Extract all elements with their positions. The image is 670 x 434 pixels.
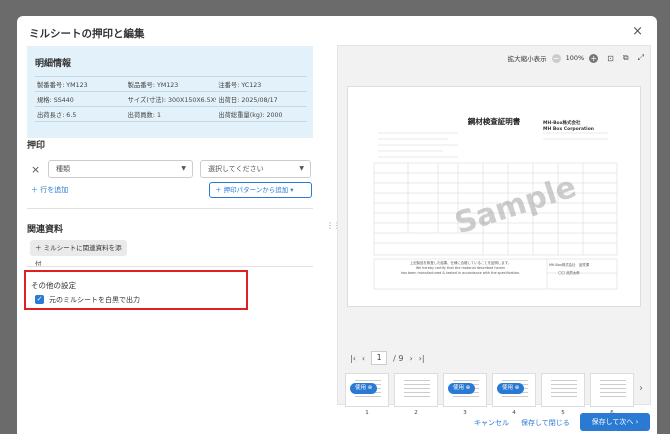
- used-badge[interactable]: 使用 ⊗: [448, 383, 476, 394]
- attach-related-button[interactable]: ＋ ミルシートに関連資料を添付: [30, 240, 127, 268]
- page-navigation: |‹ ‹ 1 / 9 › ›|: [350, 351, 425, 365]
- document-certification-text: 上記製品を検査した結果、仕様に合格していることを証明します。 We hereby…: [374, 261, 547, 276]
- page-thumbnail[interactable]: [394, 373, 438, 407]
- details-grid: 製番番号: YM123 製品番号: YM123 注番号: YC123 規格: S…: [35, 76, 307, 122]
- open-external-icon[interactable]: ⧉: [623, 53, 629, 63]
- thumbnail-number: 2: [414, 410, 418, 416]
- preview-panel: 拡大縮小表示 − 100% + ⊡ ⧉ ⤢ 鋼材検査証明書 MH-Box株式会社…: [337, 45, 651, 416]
- page-thumbnail[interactable]: [541, 373, 585, 407]
- details-cell: 出荷総重量(kg): 2000: [218, 111, 283, 119]
- details-cell: 製番番号: YM123: [37, 81, 88, 89]
- details-cell: 出荷長さ: 6.5: [37, 111, 77, 119]
- save-close-button[interactable]: 保存して閉じる: [521, 418, 570, 428]
- expand-icon[interactable]: ⤢: [638, 53, 644, 63]
- thumbnail-number: 4: [512, 410, 516, 416]
- details-cell: 規格: SS440: [37, 96, 74, 104]
- details-cell: 出荷日: 2025/08/17: [218, 96, 278, 104]
- zoom-value: 100%: [565, 54, 585, 62]
- remove-stamp-icon[interactable]: ×: [31, 163, 40, 176]
- signature-line: MH-Box株式会社 品質課: [548, 263, 589, 267]
- mill-sheet-dialog: ミルシートの押印と編集 × 明細情報 製番番号: YM123 製品番号: YM1…: [17, 16, 657, 434]
- stamp-choice-placeholder: 選択してください: [208, 165, 264, 173]
- details-row: 出荷長さ: 6.5 出荷員数: 1 出荷総重量(kg): 2000: [35, 107, 307, 122]
- divider: [27, 208, 313, 209]
- thumbnail-lines: [551, 380, 577, 402]
- used-badge[interactable]: 使用 ⊗: [497, 383, 525, 394]
- other-settings-heading: その他の設定: [31, 281, 76, 290]
- zoom-in-icon[interactable]: +: [589, 53, 599, 63]
- thumbnail-number: 3: [463, 410, 467, 416]
- other-settings-box: その他の設定 ✓ 元のミルシートを白黒で出力: [24, 270, 248, 310]
- details-cell: サイズ(寸法): 300X150X6.5X9: [127, 96, 217, 104]
- related-heading: 関連資料: [27, 225, 64, 235]
- signature-line: 〇〇 品質太郎: [558, 271, 580, 275]
- chevron-down-icon: ▼: [299, 165, 304, 172]
- thumbnail-next-icon[interactable]: ›: [639, 383, 643, 394]
- last-page-icon[interactable]: ›|: [419, 354, 425, 363]
- details-row: 製番番号: YM123 製品番号: YM123 注番号: YC123: [35, 77, 307, 92]
- bw-output-checkbox[interactable]: ✓: [35, 295, 44, 304]
- bw-output-label[interactable]: 元のミルシートを白黒で出力: [49, 295, 140, 305]
- save-next-button[interactable]: 保存して次へ ›: [580, 413, 650, 431]
- dialog-title: ミルシートの押印と編集: [29, 28, 145, 40]
- zoom-label: 拡大縮小表示: [507, 55, 547, 63]
- details-heading: 明細情報: [35, 59, 72, 69]
- certification-line: has been manufactured & tested in accord…: [400, 271, 521, 275]
- thumbnail-lines: [600, 380, 626, 402]
- details-cell: 製品番号: YM123: [127, 81, 179, 89]
- details-cell: 注番号: YC123: [218, 81, 262, 89]
- page-thumbnail[interactable]: 使用 ⊗: [443, 373, 487, 407]
- close-icon[interactable]: ×: [632, 24, 643, 39]
- document-preview: 鋼材検査証明書 MH-Box株式会社 MH Box Corporation Sa…: [347, 86, 641, 307]
- page-total: / 9: [393, 353, 404, 363]
- stamp-type-select[interactable]: 種類 ▼: [48, 160, 193, 178]
- thumbnail-lines: [404, 380, 430, 402]
- page-thumbnail[interactable]: 使用 ⊗: [345, 373, 389, 407]
- first-page-icon[interactable]: |‹: [350, 354, 356, 363]
- zoom-toolbar: 拡大縮小表示 − 100% + ⊡ ⧉ ⤢: [508, 53, 644, 63]
- page-number-input[interactable]: 1: [371, 351, 388, 365]
- used-badge[interactable]: 使用 ⊗: [350, 383, 378, 394]
- details-panel: 明細情報 製番番号: YM123 製品番号: YM123 注番号: YC123 …: [27, 46, 313, 138]
- page-thumbnail[interactable]: 使用 ⊗: [492, 373, 536, 407]
- add-row-link[interactable]: ＋ 行を追加: [31, 185, 68, 195]
- details-row: 規格: SS440 サイズ(寸法): 300X150X6.5X9 出荷日: 20…: [35, 92, 307, 107]
- stamp-choice-select[interactable]: 選択してください ▼: [200, 160, 311, 178]
- document-signature: MH-Box株式会社 品質課 〇〇 品質太郎: [547, 261, 591, 277]
- stamp-heading: 押印: [27, 141, 46, 151]
- stamp-type-placeholder: 種類: [56, 165, 70, 173]
- prev-page-icon[interactable]: ‹: [362, 354, 365, 363]
- add-from-pattern-button[interactable]: ＋ 押印パターンから追加 ▾: [209, 182, 312, 198]
- fit-screen-icon[interactable]: ⊡: [607, 54, 614, 63]
- thumbnail-number: 5: [561, 410, 565, 416]
- next-page-icon[interactable]: ›: [409, 354, 412, 363]
- cancel-button[interactable]: キャンセル: [474, 418, 509, 428]
- zoom-out-icon[interactable]: −: [551, 53, 561, 63]
- thumbnail-number: 1: [365, 410, 369, 416]
- divider: [27, 266, 313, 267]
- chevron-down-icon: ▼: [181, 165, 186, 172]
- details-cell: 出荷員数: 1: [127, 111, 161, 119]
- page-thumbnail[interactable]: [590, 373, 634, 407]
